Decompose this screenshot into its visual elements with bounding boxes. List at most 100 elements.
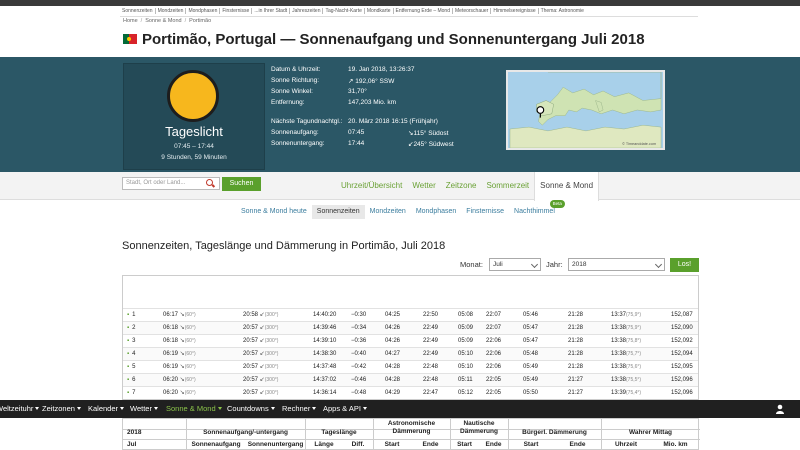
cell-value: 06:18 [163,325,179,331]
cell-degree: (300°) [264,351,279,357]
top-link[interactable]: Entfernung Erde – Mond [394,8,453,14]
month-value: Juli [493,261,503,268]
subnav: Sonne & Mond heute Sonnenzeiten Mondzeit… [236,200,565,219]
table-header: 2018 Jul Sonnenaufgang/-untergang Tagesl… [122,418,700,450]
bottom-nav-item[interactable]: Kalender [88,400,125,418]
tab-sommerzeit[interactable]: Sommerzeit [481,172,534,200]
breadcrumb-page: Portimão [189,18,212,24]
tab-wetter[interactable]: Wetter [407,172,440,200]
cell-degree: (60°) [184,390,196,396]
table-row: ▪ 5 06:19 ↘(60°) 20:57 ↙(300°) 14:37:48 −0:42… [123,360,698,373]
search-button[interactable]: Suchen [222,177,261,191]
bottom-nav-item[interactable]: Weltzeituhr [0,400,40,418]
day-number: 3 [132,338,136,344]
bottom-nav-item[interactable]: Countdowns [227,400,275,418]
top-link[interactable]: ...in Ihrer Stadt [252,8,291,14]
subnav-mondphasen[interactable]: Mondphasen [411,205,461,219]
bottom-nav-item[interactable]: Zeitzonen [42,400,81,418]
cell-value: 04:25 [385,312,401,318]
daylight-hours: 9 Stunden, 59 Minuten [161,154,227,161]
cell-value: 20:57 [243,377,259,383]
datetime-value: 19. Jan 2018, 13:26:37 [348,66,415,73]
breadcrumb-home[interactable]: Home [123,18,138,24]
cell-value: 22:48 [423,377,439,383]
top-link[interactable]: Meteorschauer [453,8,492,14]
th-civil-start: Start [523,441,539,448]
cell-value: 05:47 [523,338,539,344]
cell-value: −0:42 [351,364,367,370]
subnav-mondzeiten[interactable]: Mondzeiten [365,205,411,219]
bottom-nav-item[interactable]: Wetter [130,400,158,418]
cell-degree: (300°) [264,325,279,331]
th-noon-time: Uhrzeit [614,441,638,448]
top-link[interactable]: Mondkarte [365,8,394,14]
cell-value: 21:27 [568,390,584,396]
subnav-finsternisse[interactable]: Finsternisse [461,205,509,219]
direction-arrow-icon: ↘ [178,364,185,370]
table-spacer [123,276,698,308]
subnav-sonne-mond-heute[interactable]: Sonne & Mond heute [236,205,312,219]
cell-value: 20:58 [243,312,259,318]
bottom-nav-item[interactable]: Rechner [282,400,317,418]
bottom-nav: Weltzeituhr Zeitzonen Kalender Wetter Sonne … [0,400,800,418]
cell-value: 22:49 [423,338,439,344]
cell-value: 20:57 [243,338,259,344]
cell-value: 04:29 [385,390,401,396]
top-link[interactable]: Mondzeiten [156,8,187,14]
angle-value: 31,70° [348,88,367,95]
subnav-sonnenzeiten[interactable]: Sonnenzeiten [311,205,365,219]
user-icon[interactable] [775,404,785,414]
location-map[interactable]: © Timeanddate.com [506,70,665,150]
cell-value: 14:37:48 [313,364,337,370]
cell-value: −0:34 [351,325,367,331]
sunset-label: Sonnenuntergang: [271,140,325,147]
month-select[interactable]: Juli [489,258,541,271]
tab-sonne-mond[interactable]: Sonne & Mond [534,172,600,201]
top-link[interactable]: Jahreszeiten [290,8,324,14]
cell-value: 14:39:46 [313,325,337,331]
cell-value: 152,092 [671,338,693,344]
tab-uhrzeit[interactable]: Uhrzeit/Übersicht [336,172,407,200]
chevron-down-icon [654,260,663,269]
tab-zeitzone[interactable]: Zeitzone [441,172,482,200]
bottom-nav-item[interactable]: Sonne & Mond [166,400,222,418]
cell-value: 05:10 [458,364,474,370]
top-link[interactable]: Thema: Astronomie [539,8,586,14]
cell-value: 06:17 [163,312,179,318]
go-button[interactable]: Los! [670,258,699,272]
direction-arrow-icon: ↘ [178,338,185,344]
cell-value: 14:36:14 [313,390,337,396]
chevron-down-icon [76,407,81,410]
breadcrumb-section[interactable]: Sonne & Mond [145,18,181,24]
hero-panel [0,57,800,172]
th-naut-start: Start [457,441,472,448]
top-link[interactable]: Tag-Nacht-Karte [323,8,365,14]
cell-degree: (300°) [264,390,279,396]
search-icon[interactable] [206,179,213,186]
direction-arrow-icon: ↘ [178,390,185,396]
cell-value: 22:07 [486,325,502,331]
sunrise-value: 07:45 [348,129,365,136]
th-length: Länge [314,441,334,448]
cell-value: 05:49 [523,364,539,370]
cell-value: −0:40 [351,351,367,357]
cell-value: 06:20 [163,390,179,396]
table-row: ▪ 3 06:18 ↘(60°) 20:57 ↙(300°) 14:39:10 −0:36… [123,334,698,347]
year-select[interactable]: 2018 [568,258,665,271]
month-label: Monat: [460,260,483,269]
top-link[interactable]: Sonnenzeiten [120,8,156,14]
cell-degree: (60°) [184,351,196,357]
day-number: 7 [132,390,136,396]
bottom-nav-label: Wetter [130,404,152,413]
cell-value: 05:48 [523,351,539,357]
top-link[interactable]: Mondphasen [186,8,221,14]
cell-degree: (300°) [264,312,279,318]
cell-value: 20:57 [243,325,259,331]
top-link[interactable]: Himmelsereignisse [491,8,539,14]
sunrise-label: Sonnenaufgang: [271,129,319,136]
top-link[interactable]: Finsternisse [220,8,253,14]
cell-degree: (75,5°) [626,377,642,383]
subnav-nachthimmel[interactable]: Nachthimmel Beta [509,200,565,219]
bottom-nav-item[interactable]: Apps & API [323,400,367,418]
direction-arrow-icon: ↘ [178,377,185,383]
